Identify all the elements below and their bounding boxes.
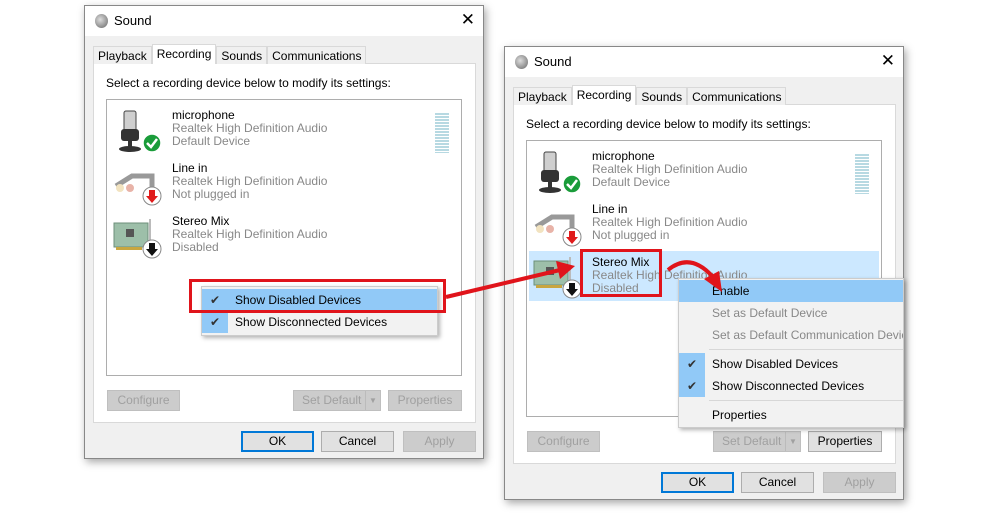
menu-label: Show Disconnected Devices bbox=[712, 379, 865, 393]
level-meter bbox=[855, 154, 869, 194]
apply-button[interactable]: Apply bbox=[823, 472, 896, 493]
device-line-in[interactable]: Line in Realtek High Definition Audio Not … bbox=[109, 160, 459, 208]
device-status: Disabled bbox=[172, 240, 219, 254]
menu-item-enable[interactable]: Enable bbox=[679, 280, 903, 302]
context-menu: Enable Set as Default Device Set as Defa… bbox=[678, 278, 904, 428]
window-title: Sound bbox=[534, 54, 572, 69]
device-status: Default Device bbox=[172, 134, 251, 148]
close-icon[interactable]: ✕ bbox=[881, 51, 895, 71]
cancel-button[interactable]: Cancel bbox=[321, 431, 394, 452]
red-down-arrow-icon bbox=[562, 227, 582, 247]
tab-bar: Playback Recording Sounds Communications bbox=[513, 85, 787, 105]
properties-button[interactable]: Properties bbox=[808, 431, 882, 452]
check-icon bbox=[562, 174, 582, 194]
check-icon bbox=[142, 133, 162, 153]
device-status: Default Device bbox=[592, 175, 671, 189]
checkmark-icon: ✔ bbox=[202, 311, 228, 333]
tab-playback[interactable]: Playback bbox=[513, 87, 572, 105]
configure-button[interactable]: Configure bbox=[527, 431, 600, 452]
device-line-in[interactable]: Line in Realtek High Definition Audio Not … bbox=[529, 201, 879, 249]
tab-recording[interactable]: Recording bbox=[151, 44, 217, 64]
tab-sounds[interactable]: Sounds bbox=[216, 46, 268, 64]
device-status: Not plugged in bbox=[592, 228, 670, 242]
configure-button[interactable]: Configure bbox=[107, 390, 180, 411]
device-status: Not plugged in bbox=[172, 187, 250, 201]
checkmark-icon: ✔ bbox=[679, 375, 705, 397]
menu-item-set-default-communication-device[interactable]: Set as Default Communication Device bbox=[679, 324, 903, 346]
menu-label: Show Disconnected Devices bbox=[235, 315, 388, 329]
menu-item-show-disabled[interactable]: ✔ Show Disabled Devices bbox=[679, 353, 903, 375]
device-microphone[interactable]: microphone Realtek High Definition Audio D… bbox=[529, 148, 879, 196]
highlight-box-stereo-mix bbox=[580, 249, 662, 297]
apply-button[interactable]: Apply bbox=[403, 431, 476, 452]
highlight-box-show-disabled bbox=[189, 279, 446, 313]
tab-playback[interactable]: Playback bbox=[93, 46, 152, 64]
checkmark-icon: ✔ bbox=[679, 353, 705, 375]
cancel-button[interactable]: Cancel bbox=[741, 472, 814, 493]
menu-separator bbox=[709, 400, 903, 401]
menu-item-set-default-device[interactable]: Set as Default Device bbox=[679, 302, 903, 324]
black-down-arrow-icon bbox=[142, 239, 162, 259]
menu-label: Show Disabled Devices bbox=[712, 357, 839, 371]
set-default-button[interactable]: Set Default ▼ bbox=[713, 431, 801, 452]
menu-item-show-disconnected[interactable]: ✔ Show Disconnected Devices bbox=[202, 311, 437, 333]
title-bar: Sound ✕ bbox=[85, 6, 483, 36]
title-bar: Sound ✕ bbox=[505, 47, 903, 77]
ok-button[interactable]: OK bbox=[661, 472, 734, 493]
red-down-arrow-icon bbox=[142, 186, 162, 206]
set-default-label: Set Default bbox=[302, 393, 362, 407]
menu-separator bbox=[709, 349, 903, 350]
window-title: Sound bbox=[114, 13, 152, 28]
menu-item-show-disconnected[interactable]: ✔ Show Disconnected Devices bbox=[679, 375, 903, 397]
ok-button[interactable]: OK bbox=[241, 431, 314, 452]
set-default-label: Set Default bbox=[722, 434, 782, 448]
tab-recording[interactable]: Recording bbox=[571, 85, 637, 105]
menu-item-properties[interactable]: Properties bbox=[679, 404, 903, 426]
instruction-label: Select a recording device below to modif… bbox=[526, 117, 811, 131]
tab-communications[interactable]: Communications bbox=[687, 87, 787, 105]
device-microphone[interactable]: microphone Realtek High Definition Audio D… bbox=[109, 107, 459, 155]
sound-dialog-left: Sound ✕ Playback Recording Sounds Commun… bbox=[84, 5, 484, 459]
close-icon[interactable]: ✕ bbox=[461, 10, 475, 30]
instruction-label: Select a recording device below to modif… bbox=[106, 76, 391, 90]
tab-communications[interactable]: Communications bbox=[267, 46, 367, 64]
speaker-icon bbox=[515, 55, 528, 69]
chevron-down-icon[interactable]: ▼ bbox=[365, 391, 380, 410]
properties-button[interactable]: Properties bbox=[388, 390, 462, 411]
sound-dialog-right: Sound ✕ Playback Recording Sounds Commun… bbox=[504, 46, 904, 500]
device-stereo-mix[interactable]: Stereo Mix Realtek High Definition Audio D… bbox=[109, 213, 459, 261]
chevron-down-icon[interactable]: ▼ bbox=[785, 432, 800, 451]
speaker-icon bbox=[95, 14, 108, 28]
tab-bar: Playback Recording Sounds Communications bbox=[93, 44, 367, 64]
level-meter bbox=[435, 113, 449, 153]
set-default-button[interactable]: Set Default ▼ bbox=[293, 390, 381, 411]
tab-sounds[interactable]: Sounds bbox=[636, 87, 688, 105]
black-down-arrow-icon bbox=[562, 279, 582, 299]
